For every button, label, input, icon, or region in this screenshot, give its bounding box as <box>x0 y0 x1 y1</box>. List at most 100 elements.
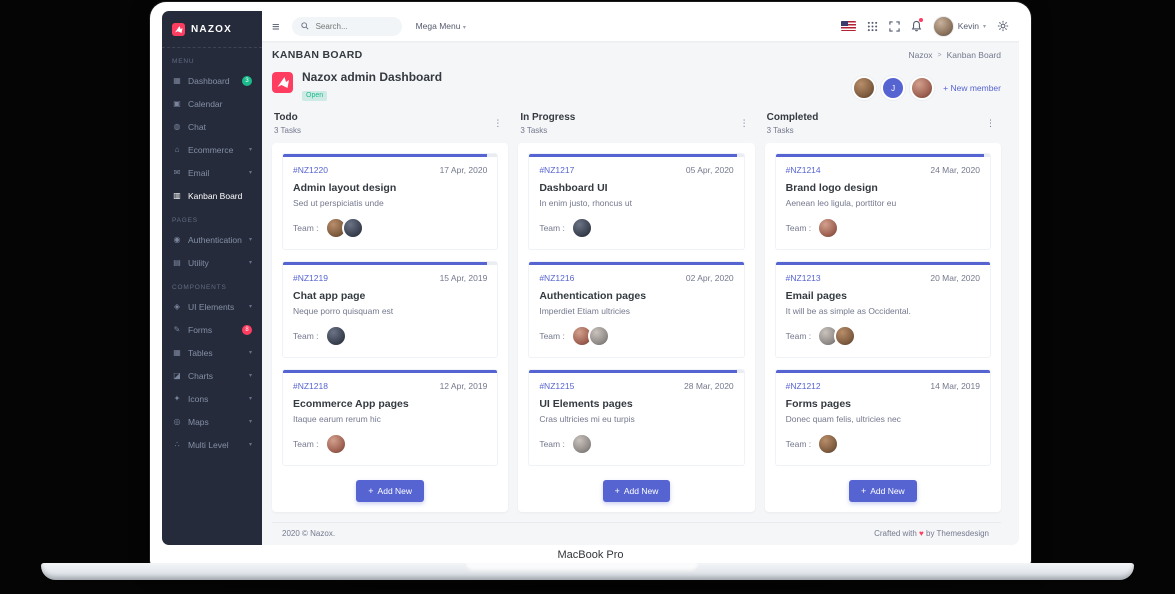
card-ref-link[interactable]: #NZ1217 <box>539 165 574 175</box>
macbook-shadow <box>120 580 1055 593</box>
kanban-card[interactable]: #NZ1220 17 Apr, 2020 Admin layout design… <box>282 153 499 250</box>
column-task-count: 3 Tasks <box>766 126 794 135</box>
card-title: Ecommerce App pages <box>293 398 409 410</box>
card-description: Aenean leo ligula, porttitor eu <box>785 198 897 208</box>
brand-name: NAZOX <box>191 24 232 35</box>
sidebar-item-utility[interactable]: ▤ Utility ▾ <box>162 251 262 274</box>
plus-icon: + <box>368 485 374 496</box>
card-ref-link[interactable]: #NZ1220 <box>293 165 328 175</box>
card-date: 05 Apr, 2020 <box>685 165 734 175</box>
kanban-card[interactable]: #NZ1214 24 Mar, 2020 Brand logo design A… <box>774 153 991 250</box>
add-new-member-link[interactable]: + New member <box>943 83 1001 93</box>
tables-icon: ▦ <box>173 348 181 357</box>
apps-grid-button[interactable] <box>867 21 878 32</box>
brand-logo[interactable]: NAZOX <box>162 11 262 48</box>
card-ref-link[interactable]: #NZ1212 <box>786 381 821 391</box>
card-title: Dashboard UI <box>539 182 608 194</box>
card-title: Admin layout design <box>293 182 397 194</box>
card-ref-link[interactable]: #NZ1213 <box>786 273 821 283</box>
icons-icon: ✦ <box>173 394 181 403</box>
badge: 3 <box>242 75 252 86</box>
column-title: Todo <box>274 112 298 123</box>
notifications-button[interactable] <box>911 18 923 32</box>
app-window: NAZOX MENU ▦ Dashboard 3 ▣ Calendar ◍ Ch… <box>162 11 1019 545</box>
sidebar-item-tables[interactable]: ▦ Tables ▾ <box>162 341 262 364</box>
sidebar-item-ecommerce[interactable]: ⌂ Ecommerce ▾ <box>162 138 262 161</box>
sidebar-item-email[interactable]: ✉ Email ▾ <box>162 161 262 184</box>
card-description: Sed ut perspiciatis unde <box>293 198 384 208</box>
breadcrumb-item-kanban-board: Kanban Board <box>946 50 1001 60</box>
chat-icon: ◍ <box>173 122 181 131</box>
kanban-card[interactable]: #NZ1213 20 Mar, 2020 Email pages It will… <box>774 261 991 358</box>
main-area: ≡ Mega Menu ▾ <box>262 11 1019 545</box>
member-avatar[interactable] <box>852 76 877 100</box>
column-task-count: 3 Tasks <box>520 126 548 135</box>
sidebar-item-maps[interactable]: ◎ Maps ▾ <box>162 410 262 433</box>
card-title: Chat app page <box>293 290 366 302</box>
sidebar-item-ui-elements[interactable]: ◈ UI Elements ▾ <box>162 295 262 318</box>
mega-menu-dropdown[interactable]: Mega Menu ▾ <box>416 21 466 31</box>
kanban-card[interactable]: #NZ1218 12 Apr, 2019 Ecommerce App pages… <box>282 369 499 466</box>
card-team-label: Team : <box>293 439 319 449</box>
card-description: Cras ultricies mi eu turpis <box>539 414 635 424</box>
search-box[interactable] <box>291 16 402 36</box>
sidebar-section-label: MENU <box>172 58 195 65</box>
sidebar-item-charts[interactable]: ◪ Charts ▾ <box>162 364 262 387</box>
card-ref-link[interactable]: #NZ1215 <box>539 381 574 391</box>
column-menu-dots-icon[interactable]: ⋮ <box>982 116 999 131</box>
sidebar-item-kanban-board[interactable]: ▥ Kanban Board <box>162 184 262 207</box>
sidebar-item-authentication[interactable]: ◉ Authentication ▾ <box>162 228 262 251</box>
page-title: KANBAN BOARD <box>272 49 363 61</box>
kanban-card[interactable]: #NZ1215 28 Mar, 2020 UI Elements pages C… <box>528 369 745 466</box>
badge: 8 <box>242 324 252 335</box>
sidebar-item-multi-level[interactable]: ∴ Multi Level ▾ <box>162 433 262 456</box>
project-logo-icon <box>272 72 293 93</box>
settings-button[interactable] <box>997 20 1009 32</box>
kanban-card[interactable]: #NZ1217 05 Apr, 2020 Dashboard UI In eni… <box>528 153 745 250</box>
chevron-down-icon: ▾ <box>248 442 252 448</box>
add-new-button[interactable]: + Add New <box>356 480 425 502</box>
chevron-down-icon: ▾ <box>248 419 252 425</box>
kanban-card[interactable]: #NZ1216 02 Apr, 2020 Authentication page… <box>528 261 745 358</box>
card-date: 12 Apr, 2019 <box>439 381 488 391</box>
breadcrumb-item-nazox[interactable]: Nazox <box>908 50 932 60</box>
heart-icon: ♥ <box>919 529 924 538</box>
card-ref-link[interactable]: #NZ1219 <box>293 273 328 283</box>
member-avatar[interactable]: J <box>881 76 906 100</box>
search-input[interactable] <box>313 20 393 32</box>
card-title: Forms pages <box>785 398 852 410</box>
fullscreen-button[interactable] <box>889 20 900 32</box>
column-title: Completed <box>766 112 819 123</box>
column-menu-dots-icon[interactable]: ⋮ <box>736 116 753 131</box>
sidebar-item-icons[interactable]: ✦ Icons ▾ <box>162 387 262 410</box>
notification-dot <box>918 18 923 22</box>
sidebar-item-forms[interactable]: ✎ Forms 8 <box>162 318 262 341</box>
hamburger-menu-icon[interactable]: ≡ <box>272 20 280 33</box>
add-new-button[interactable]: + Add New <box>848 480 917 502</box>
kanban-card[interactable]: #NZ1219 15 Apr, 2019 Chat app page Neque… <box>282 261 499 358</box>
card-title: UI Elements pages <box>539 398 633 410</box>
multi-level-icon: ∴ <box>174 440 180 449</box>
kanban-card[interactable]: #NZ1212 14 Mar, 2019 Forms pages Donec q… <box>774 369 991 466</box>
kanban-board: Todo 3 Tasks ⋮ #NZ1220 17 Apr, 2020 Admi… <box>272 112 1001 512</box>
column-panel: #NZ1217 05 Apr, 2020 Dashboard UI In eni… <box>518 143 755 512</box>
user-menu[interactable]: Kevin ▾ <box>932 15 986 37</box>
team-member-avatar <box>324 325 347 347</box>
add-new-button[interactable]: + Add New <box>602 480 671 502</box>
language-flag-button[interactable] <box>840 21 856 31</box>
card-ref-link[interactable]: #NZ1214 <box>786 165 821 175</box>
card-team-label: Team : <box>539 439 565 449</box>
dashboard-icon: ▦ <box>173 76 181 85</box>
member-avatar[interactable] <box>910 76 935 100</box>
charts-icon: ◪ <box>173 371 181 380</box>
authentication-icon: ◉ <box>173 235 181 244</box>
column-menu-dots-icon[interactable]: ⋮ <box>489 116 506 131</box>
search-icon <box>300 22 309 30</box>
gear-icon <box>997 20 1009 32</box>
column-panel: #NZ1214 24 Mar, 2020 Brand logo design A… <box>764 143 1001 512</box>
sidebar-item-dashboard[interactable]: ▦ Dashboard 3 <box>162 69 262 92</box>
card-ref-link[interactable]: #NZ1218 <box>293 381 328 391</box>
card-ref-link[interactable]: #NZ1216 <box>539 273 574 283</box>
sidebar-item-calendar[interactable]: ▣ Calendar <box>162 92 262 115</box>
sidebar-item-chat[interactable]: ◍ Chat <box>162 115 262 138</box>
